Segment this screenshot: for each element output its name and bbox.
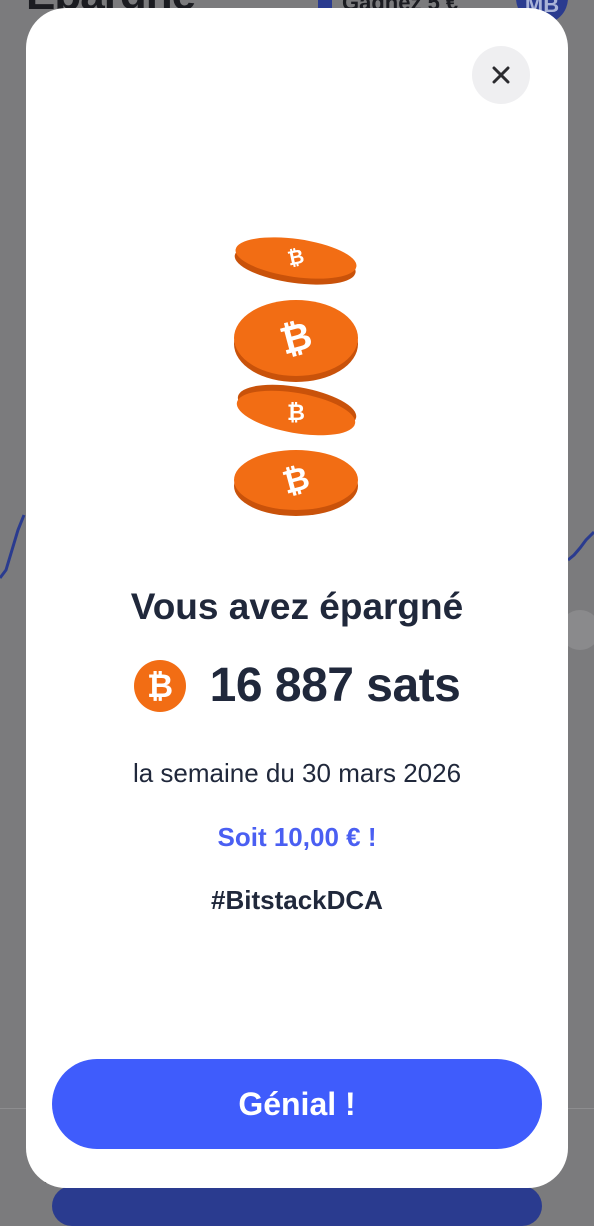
svg-text:₿: ₿ [287,401,305,426]
euro-equivalent: Soit 10,00 € ! [217,822,377,852]
period-text: la semaine du 30 mars 2026 [132,758,462,788]
background-button [52,1186,542,1226]
close-icon [492,66,510,84]
bitcoin-icon: ₿ [133,659,186,712]
bitcoin-coins-icon: ₿ ₿ ₿ ₿ [234,237,358,516]
amount-row: ₿ 16 887 sats [26,658,568,713]
genial-button[interactable]: Génial ! [52,1059,542,1149]
hashtag: #BitstackDCA [211,885,383,915]
sats-amount: 16 887 sats [209,659,461,712]
savings-modal: ₿ ₿ ₿ ₿ Vous avez épargné ₿ 16 887 sats … [26,8,568,1188]
close-button[interactable] [472,46,530,104]
savings-headline: Vous avez épargné [130,586,464,627]
svg-text:₿: ₿ [147,667,173,705]
